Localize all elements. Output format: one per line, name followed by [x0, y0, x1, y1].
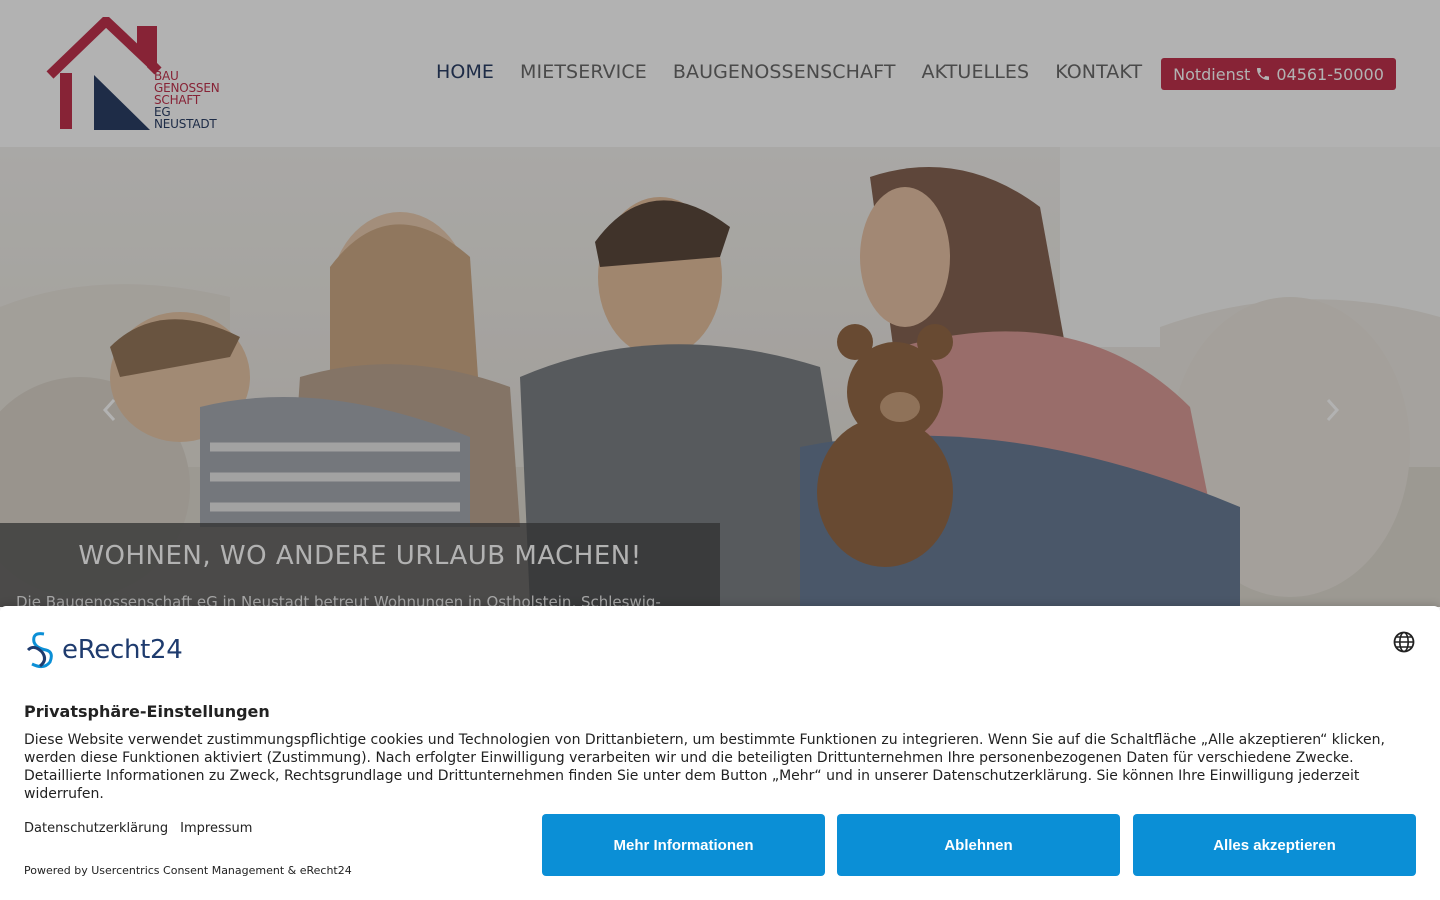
consent-title: Privatsphäre-Einstellungen — [24, 702, 270, 721]
erecht24-mark-icon — [26, 632, 53, 669]
erecht24-logo: eRecht24 — [24, 630, 183, 670]
privacy-policy-link[interactable]: Datenschutzerklärung — [24, 821, 168, 836]
consent-powered-by: Powered by Usercentrics Consent Manageme… — [24, 864, 352, 877]
consent-description: Diese Website verwendet zustimmungspflic… — [24, 732, 1385, 802]
consent-backdrop — [0, 0, 1440, 607]
globe-icon[interactable] — [1392, 630, 1416, 654]
accept-all-button[interactable]: Alles akzeptieren — [1133, 814, 1416, 876]
decline-button[interactable]: Ablehnen — [837, 814, 1120, 876]
consent-links: Datenschutzerklärung Impressum — [24, 821, 252, 836]
more-information-button[interactable]: Mehr Informationen — [542, 814, 825, 876]
cookie-consent-banner: eRecht24 Privatsphäre-Einstellungen Dies… — [0, 606, 1440, 900]
imprint-link[interactable]: Impressum — [180, 821, 252, 836]
erecht24-wordmark: eRecht24 — [62, 635, 183, 665]
